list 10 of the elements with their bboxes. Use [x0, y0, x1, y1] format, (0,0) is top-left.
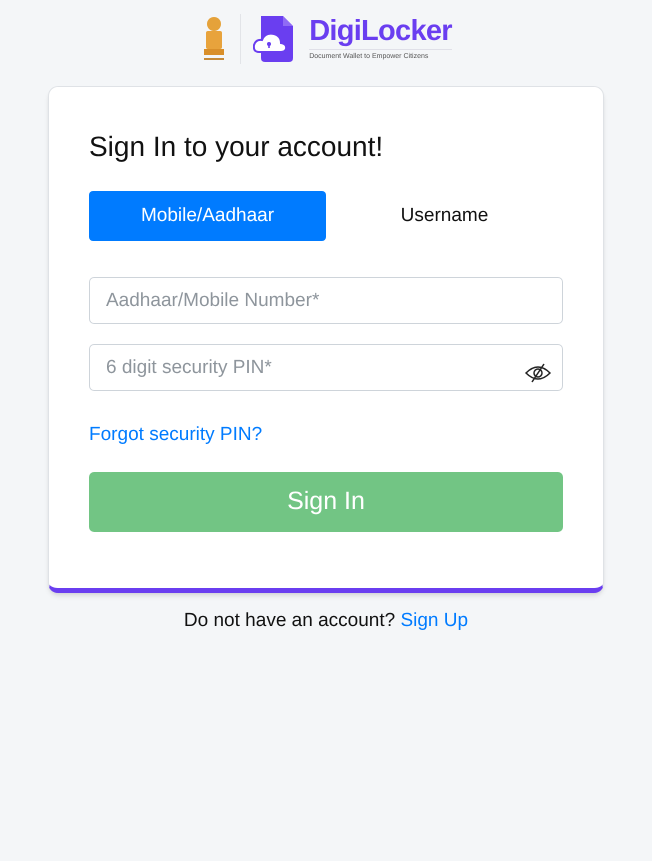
forgot-pin-link[interactable]: Forgot security PIN? [89, 421, 262, 450]
sign-in-tab[interactable]: Username [326, 191, 563, 241]
sign-up-prompt: Do not have an account? Sign Up [184, 608, 468, 632]
card-title: Sign In to your account! [89, 130, 384, 164]
input-field[interactable]: Aadhaar/Mobile Number* [89, 277, 563, 324]
brand-name: DigiLocker [309, 15, 452, 48]
sign-up-link[interactable]: Sign Up [400, 610, 468, 630]
sign-in-tab[interactable]: Mobile/Aadhaar [89, 191, 326, 241]
hidden-eye-icon[interactable] [525, 363, 551, 383]
pin-field[interactable]: 6 digit security PIN* [89, 344, 563, 391]
